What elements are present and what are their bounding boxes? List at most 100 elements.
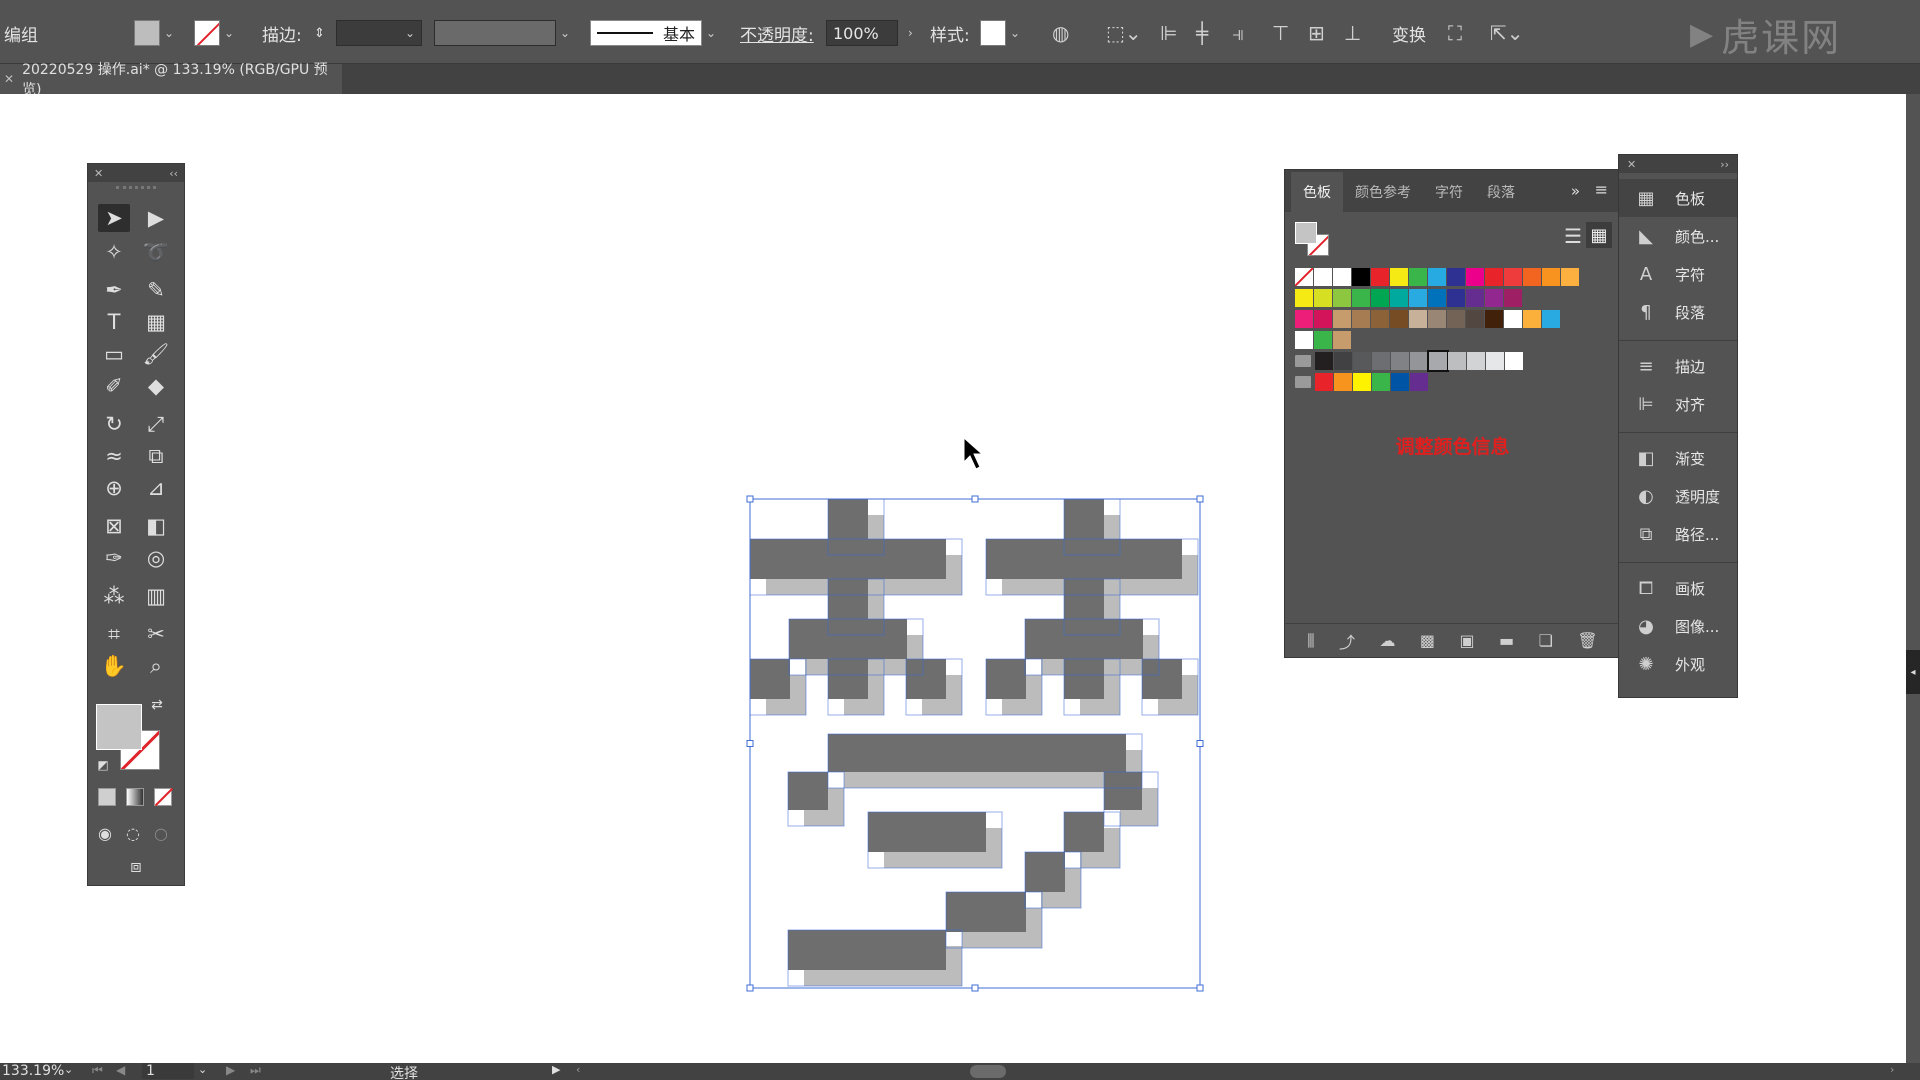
color-swatch[interactable]: [1409, 289, 1427, 307]
tab-character[interactable]: 字符: [1423, 182, 1475, 212]
brush-definition-control[interactable]: 基本 ⌄: [590, 20, 716, 46]
draw-normal-icon[interactable]: ◉: [92, 822, 118, 844]
glyph-block[interactable]: [788, 930, 946, 970]
document-tab[interactable]: ✕ 20220529 操作.ai* @ 133.19% (RGB/GPU 预览): [0, 62, 342, 98]
pen-tool-icon[interactable]: ✒: [98, 276, 130, 304]
first-artboard-icon[interactable]: ⏮: [92, 1063, 103, 1078]
swatch-libraries-icon[interactable]: ⫼: [1307, 631, 1314, 651]
color-swatch[interactable]: [1314, 331, 1332, 349]
align-right-icon[interactable]: ⫣: [1232, 20, 1244, 46]
color-swatch[interactable]: [1505, 352, 1523, 370]
draw-behind-icon[interactable]: ◌: [120, 822, 146, 844]
scroll-right-icon[interactable]: ›: [1890, 1063, 1894, 1076]
swap-fill-stroke-icon[interactable]: ⇄: [148, 696, 166, 714]
color-swatch[interactable]: [1447, 310, 1465, 328]
free-transform-tool-icon[interactable]: ⧉: [140, 442, 172, 470]
tab-color-guide[interactable]: 颜色参考: [1343, 182, 1423, 212]
glyph-block[interactable]: [789, 619, 907, 659]
color-swatch[interactable]: [1352, 310, 1370, 328]
color-swatch[interactable]: [1315, 352, 1333, 370]
color-swatch[interactable]: [1448, 352, 1466, 370]
color-group-folder-icon[interactable]: [1295, 376, 1311, 388]
resize-handle[interactable]: [746, 495, 754, 503]
color-swatch[interactable]: [1523, 268, 1541, 286]
glyph-block[interactable]: [1064, 579, 1104, 619]
color-swatch[interactable]: [1371, 289, 1389, 307]
glyph-block[interactable]: [1025, 852, 1065, 892]
dock-item-pathfinder[interactable]: ⧉ 路径...: [1619, 515, 1737, 553]
color-swatch[interactable]: [1333, 331, 1351, 349]
glyph-block[interactable]: [788, 772, 828, 810]
collapse-dock-icon[interactable]: ◂: [1906, 650, 1920, 694]
color-swatch[interactable]: [1485, 310, 1503, 328]
dock-item-color[interactable]: ◣ 颜色...: [1619, 217, 1737, 255]
paintbrush-tool-icon[interactable]: 🖌: [140, 340, 172, 368]
color-swatch[interactable]: [1485, 268, 1503, 286]
dock-item-character[interactable]: A 字符: [1619, 255, 1737, 293]
color-swatch[interactable]: [1466, 289, 1484, 307]
horizontal-scrollbar-thumb[interactable]: [970, 1065, 1006, 1078]
curvature-tool-icon[interactable]: ✎: [140, 276, 172, 304]
resize-handle[interactable]: [1196, 495, 1204, 503]
panel-menu-icon[interactable]: ≡: [1595, 180, 1608, 199]
color-swatch[interactable]: [1410, 373, 1428, 391]
new-swatch-icon[interactable]: ❏: [1539, 631, 1553, 650]
color-swatch[interactable]: [1523, 310, 1541, 328]
warp-tool-icon[interactable]: ≈: [98, 442, 130, 470]
grid-tool-icon[interactable]: ▦: [140, 308, 172, 336]
color-swatch[interactable]: [1447, 289, 1465, 307]
color-swatch[interactable]: [1428, 289, 1446, 307]
recolor-artwork-icon[interactable]: ◍: [1052, 20, 1069, 46]
list-view-icon[interactable]: ☰: [1564, 224, 1582, 248]
color-swatch[interactable]: [1352, 289, 1370, 307]
fill-color-control[interactable]: ⌄: [134, 20, 174, 46]
color-swatch[interactable]: [1486, 352, 1504, 370]
color-swatch[interactable]: [1427, 350, 1449, 372]
align-left-icon[interactable]: ⊫: [1160, 20, 1177, 46]
scale-tool-icon[interactable]: ⤢: [140, 410, 172, 438]
next-artboard-icon[interactable]: ▶: [226, 1063, 235, 1077]
opacity-label[interactable]: 不透明度:: [740, 20, 814, 46]
zoom-tool-icon[interactable]: ⌕: [140, 652, 172, 680]
tab-paragraph[interactable]: 段落: [1475, 182, 1527, 212]
glyph-block[interactable]: [1025, 619, 1143, 659]
shaper-tool-icon[interactable]: ✐: [98, 372, 130, 400]
color-swatch[interactable]: [1333, 268, 1351, 286]
color-swatch[interactable]: [1428, 268, 1446, 286]
perspective-grid-tool-icon[interactable]: ⊿: [140, 474, 172, 502]
align-middle-icon[interactable]: ⊞: [1308, 20, 1325, 46]
dock-item-stroke[interactable]: ≡ 描边: [1619, 347, 1737, 385]
gradient-mode-icon[interactable]: [126, 788, 144, 806]
dock-item-align[interactable]: ⊫ 对齐: [1619, 385, 1737, 423]
new-color-group-icon[interactable]: ▣: [1459, 631, 1474, 650]
color-swatch[interactable]: [1390, 310, 1408, 328]
artboard-number-field[interactable]: 1: [142, 1063, 194, 1079]
resize-handle[interactable]: [1196, 984, 1204, 992]
status-menu-icon[interactable]: ▶: [552, 1063, 560, 1076]
zoom-level[interactable]: 133.19%: [2, 1063, 64, 1079]
color-swatch[interactable]: [1391, 373, 1409, 391]
color-swatch[interactable]: [1467, 352, 1485, 370]
color-mode-icon[interactable]: [98, 788, 116, 806]
selection-tool-icon[interactable]: ➤: [98, 204, 130, 232]
collapse-panel-icon[interactable]: ‹‹: [169, 167, 178, 180]
fill-swatch[interactable]: [96, 704, 142, 750]
align-to-icon[interactable]: ⬚⌄: [1106, 20, 1142, 46]
color-group-folder-icon[interactable]: [1295, 355, 1311, 367]
dock-item-transparency[interactable]: ◐ 透明度: [1619, 477, 1737, 515]
dock-item-artboards[interactable]: ⧠ 画板: [1619, 569, 1737, 607]
rectangle-tool-icon[interactable]: ▭: [98, 340, 130, 368]
color-swatch[interactable]: [1428, 310, 1446, 328]
color-swatch[interactable]: [1390, 268, 1408, 286]
expand-dock-icon[interactable]: ››: [1720, 158, 1729, 171]
glyph-block[interactable]: [946, 892, 1026, 932]
cloud-libraries-icon[interactable]: ☁: [1379, 631, 1395, 650]
type-tool-icon[interactable]: T: [98, 308, 130, 336]
stroke-color-control[interactable]: ⌄: [194, 20, 234, 46]
artboard-tool-icon[interactable]: ⌗: [98, 620, 130, 648]
rotate-tool-icon[interactable]: ↻: [98, 410, 130, 438]
color-swatch[interactable]: [1314, 289, 1332, 307]
glyph-block[interactable]: [828, 499, 868, 539]
color-swatch[interactable]: [1334, 352, 1352, 370]
magic-wand-tool-icon[interactable]: ✧: [98, 238, 130, 266]
